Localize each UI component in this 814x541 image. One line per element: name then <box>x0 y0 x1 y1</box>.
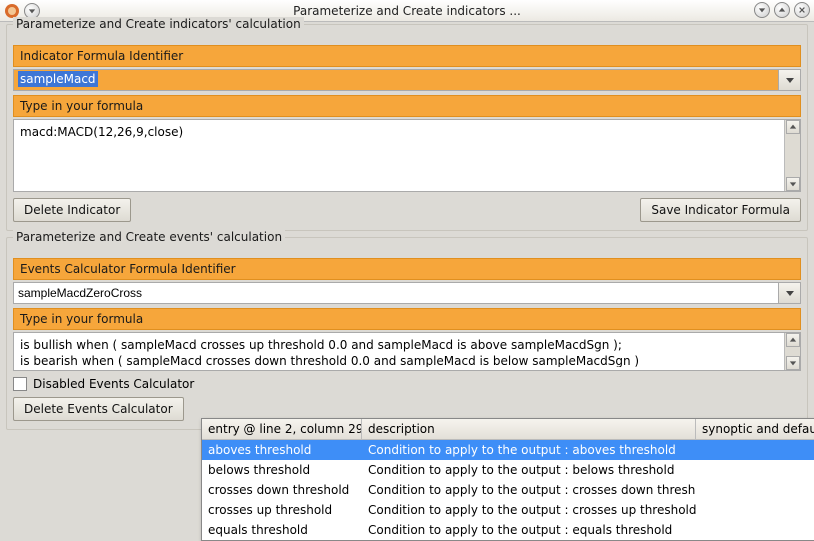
autocomplete-row-synoptic <box>696 460 814 480</box>
events-formula-scrollbar[interactable] <box>784 333 800 370</box>
window-title: Parameterize and Create indicators ... <box>0 4 814 18</box>
autocomplete-header-desc: description <box>362 419 696 439</box>
indicator-formula-wrap <box>13 119 801 192</box>
disabled-events-checkbox[interactable] <box>13 377 27 391</box>
indicator-formula-textarea[interactable] <box>14 120 784 188</box>
indicator-formula-scrollbar[interactable] <box>784 120 800 191</box>
events-id-label: Events Calculator Formula Identifier <box>13 258 801 280</box>
autocomplete-row[interactable]: crosses down thresholdCondition to apply… <box>202 480 814 500</box>
indicator-id-combo[interactable]: sampleMacd <box>13 69 801 91</box>
events-id-combo[interactable] <box>13 282 801 304</box>
indicator-id-input[interactable]: sampleMacd <box>14 70 778 90</box>
events-id-dropdown-button[interactable] <box>778 283 800 303</box>
indicator-id-label: Indicator Formula Identifier <box>13 45 801 67</box>
autocomplete-row[interactable]: belows thresholdCondition to apply to th… <box>202 460 814 480</box>
indicator-panel-legend: Parameterize and Create indicators' calc… <box>13 17 304 31</box>
indicator-panel: Parameterize and Create indicators' calc… <box>6 24 808 231</box>
events-panel: Parameterize and Create events' calculat… <box>6 237 808 430</box>
autocomplete-row-desc: Condition to apply to the output : above… <box>362 440 696 460</box>
autocomplete-row-synoptic <box>696 480 814 500</box>
events-formula-wrap <box>13 332 801 371</box>
autocomplete-row-entry: belows threshold <box>202 460 362 480</box>
maximize-button[interactable] <box>774 2 790 18</box>
autocomplete-row-entry: equals threshold <box>202 520 362 540</box>
autocomplete-row-entry: crosses down threshold <box>202 480 362 500</box>
indicator-formula-label: Type in your formula <box>13 95 801 117</box>
events-id-input[interactable] <box>14 283 778 303</box>
autocomplete-row-synoptic <box>696 520 814 540</box>
disabled-events-row[interactable]: Disabled Events Calculator <box>13 377 801 391</box>
autocomplete-row[interactable]: equals thresholdCondition to apply to th… <box>202 520 814 540</box>
minimize-button[interactable] <box>754 2 770 18</box>
delete-events-button[interactable]: Delete Events Calculator <box>13 397 184 421</box>
scroll-down-icon[interactable] <box>786 356 800 370</box>
close-button[interactable] <box>794 2 810 18</box>
scroll-down-icon[interactable] <box>786 177 800 191</box>
scroll-up-icon[interactable] <box>786 333 800 347</box>
autocomplete-header: entry @ line 2, column 29 description sy… <box>202 419 814 440</box>
autocomplete-row[interactable]: crosses up thresholdCondition to apply t… <box>202 500 814 520</box>
autocomplete-row-desc: Condition to apply to the output : below… <box>362 460 696 480</box>
autocomplete-row-synoptic <box>696 440 814 460</box>
delete-indicator-button[interactable]: Delete Indicator <box>13 198 131 222</box>
scroll-up-icon[interactable] <box>786 120 800 134</box>
autocomplete-row-desc: Condition to apply to the output : equal… <box>362 520 696 540</box>
autocomplete-body: aboves thresholdCondition to apply to th… <box>202 440 814 540</box>
autocomplete-row[interactable]: aboves thresholdCondition to apply to th… <box>202 440 814 460</box>
events-panel-legend: Parameterize and Create events' calculat… <box>13 230 285 244</box>
autocomplete-header-entry: entry @ line 2, column 29 <box>202 419 362 439</box>
disabled-events-label: Disabled Events Calculator <box>33 377 194 391</box>
autocomplete-header-synoptic: synoptic and defaul <box>696 419 814 439</box>
save-indicator-button[interactable]: Save Indicator Formula <box>640 198 801 222</box>
autocomplete-row-synoptic <box>696 500 814 520</box>
events-formula-label: Type in your formula <box>13 308 801 330</box>
autocomplete-row-entry: crosses up threshold <box>202 500 362 520</box>
autocomplete-popup: entry @ line 2, column 29 description sy… <box>201 418 814 541</box>
autocomplete-row-entry: aboves threshold <box>202 440 362 460</box>
events-formula-textarea[interactable] <box>14 333 784 367</box>
indicator-id-dropdown-button[interactable] <box>778 70 800 90</box>
indicator-id-input-selection: sampleMacd <box>18 71 98 87</box>
autocomplete-row-desc: Condition to apply to the output : cross… <box>362 480 696 500</box>
autocomplete-row-desc: Condition to apply to the output : cross… <box>362 500 696 520</box>
